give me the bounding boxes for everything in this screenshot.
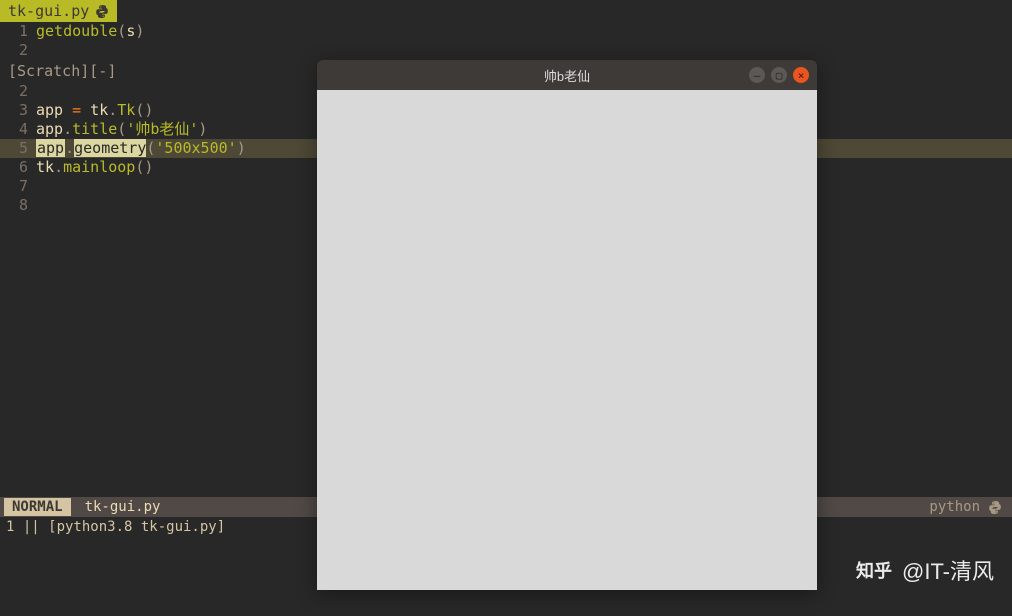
code-content[interactable]: tk.mainloop(): [36, 158, 153, 177]
minimize-button[interactable]: –: [749, 67, 765, 83]
code-content[interactable]: app.title('帅b老仙'): [36, 120, 207, 139]
status-filename: tk-gui.py: [71, 499, 161, 515]
code-line[interactable]: 2: [0, 41, 1012, 60]
line-number: 5: [0, 139, 36, 158]
tk-app-window[interactable]: 帅b老仙 – ▢ ×: [317, 60, 817, 590]
close-button[interactable]: ×: [793, 67, 809, 83]
line-number: 7: [0, 177, 36, 196]
code-content[interactable]: getdouble(s): [36, 22, 144, 41]
code-content[interactable]: app = tk.Tk(): [36, 101, 153, 120]
line-number: 3: [0, 101, 36, 120]
window-controls: – ▢ ×: [749, 67, 809, 83]
tk-window-body[interactable]: [317, 90, 817, 590]
mode-indicator: NORMAL: [4, 498, 71, 516]
watermark-handle: @IT-清风: [902, 554, 994, 586]
tab-bar: tk-gui.py: [0, 0, 1012, 22]
line-number: 2: [0, 82, 36, 101]
file-tab[interactable]: tk-gui.py: [0, 0, 117, 22]
line-number: 4: [0, 120, 36, 139]
python-icon: [988, 500, 1002, 514]
code-buffer-1[interactable]: 1getdouble(s)2: [0, 22, 1012, 60]
python-icon: [95, 4, 109, 18]
watermark: 知乎 @IT-清风: [856, 554, 994, 586]
line-number: 6: [0, 158, 36, 177]
tab-filename: tk-gui.py: [8, 2, 89, 20]
line-number: 8: [0, 196, 36, 215]
zhihu-icon: 知乎: [856, 557, 892, 583]
line-number: 2: [0, 41, 36, 60]
code-line[interactable]: 1getdouble(s): [0, 22, 1012, 41]
tk-window-title: 帅b老仙: [317, 66, 817, 85]
code-content[interactable]: app.geometry('500x500'): [36, 139, 246, 158]
line-number: 1: [0, 22, 36, 41]
status-language: python: [929, 499, 980, 515]
maximize-button[interactable]: ▢: [771, 67, 787, 83]
tk-titlebar[interactable]: 帅b老仙 – ▢ ×: [317, 60, 817, 90]
